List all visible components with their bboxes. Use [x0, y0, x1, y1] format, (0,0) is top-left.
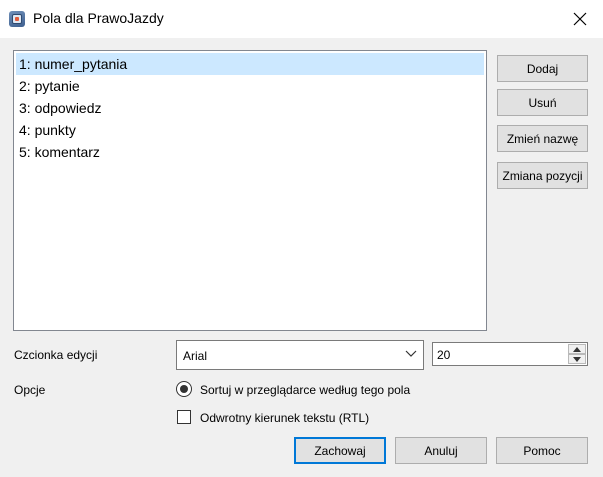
- title-bar: Pola dla PrawoJazdy: [0, 0, 603, 38]
- fields-list[interactable]: 1: numer_pytania 2: pytanie 3: odpowiedz…: [13, 50, 487, 331]
- font-select[interactable]: Arial: [176, 340, 424, 370]
- list-item[interactable]: 3: odpowiedz: [14, 97, 486, 119]
- sort-radio-label[interactable]: Sortuj w przeglądarce według tego pola: [200, 383, 410, 397]
- list-item[interactable]: 4: punkty: [14, 119, 486, 141]
- options-label: Opcje: [14, 383, 46, 397]
- spin-up-button[interactable]: [568, 344, 586, 354]
- triangle-up-icon: [573, 346, 581, 352]
- sort-radio[interactable]: [176, 381, 192, 397]
- font-size-value: 20: [437, 348, 451, 362]
- rename-button[interactable]: Zmień nazwę: [497, 125, 588, 152]
- save-button[interactable]: Zachowaj: [294, 437, 386, 464]
- close-icon: [573, 12, 587, 26]
- help-button[interactable]: Pomoc: [496, 437, 588, 464]
- window-title: Pola dla PrawoJazdy: [33, 10, 164, 26]
- spin-down-button[interactable]: [568, 354, 586, 364]
- app-icon: [9, 11, 25, 27]
- rtl-checkbox[interactable]: [177, 410, 191, 424]
- triangle-down-icon: [573, 356, 581, 362]
- rtl-checkbox-label[interactable]: Odwrotny kierunek tekstu (RTL): [200, 411, 369, 425]
- font-size-spinbox[interactable]: 20: [432, 342, 588, 366]
- edit-font-label: Czcionka edycji: [14, 348, 98, 362]
- close-button[interactable]: [557, 0, 603, 38]
- add-button[interactable]: Dodaj: [497, 55, 588, 82]
- list-item[interactable]: 5: komentarz: [14, 141, 486, 163]
- list-item[interactable]: 1: numer_pytania: [16, 53, 484, 75]
- delete-button[interactable]: Usuń: [497, 89, 588, 116]
- reposition-button[interactable]: Zmiana pozycji: [497, 162, 588, 189]
- list-item[interactable]: 2: pytanie: [14, 75, 486, 97]
- cancel-button[interactable]: Anuluj: [395, 437, 487, 464]
- font-select-value: Arial: [183, 349, 208, 363]
- chevron-down-icon: [405, 350, 417, 357]
